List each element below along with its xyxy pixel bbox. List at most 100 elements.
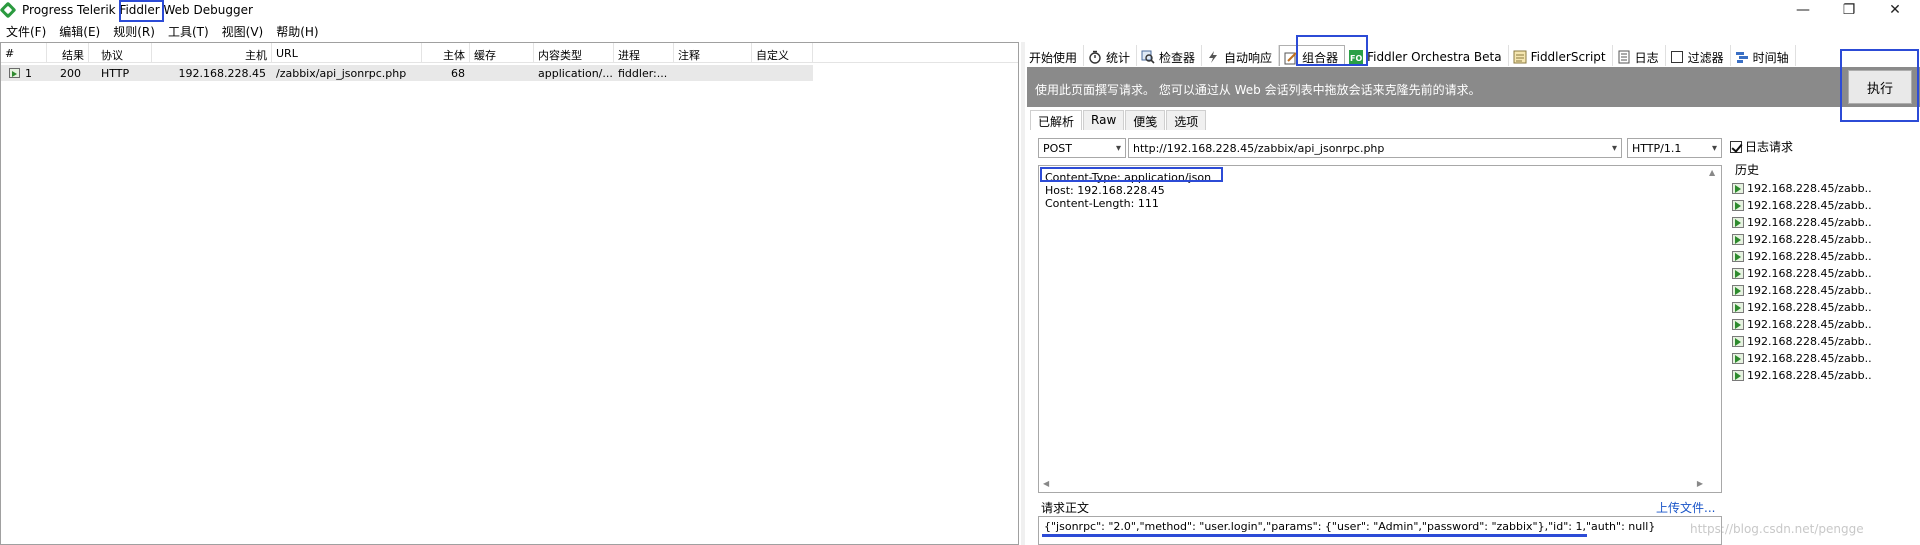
subtab-raw[interactable]: Raw: [1083, 110, 1125, 130]
column-header-process[interactable]: 进程: [614, 43, 674, 63]
request-arrow-icon: [1732, 234, 1744, 245]
headers-horizontal-scrollbar[interactable]: ◀ ▶: [1041, 478, 1705, 490]
scroll-right-icon[interactable]: ▶: [1697, 479, 1703, 488]
column-header-number[interactable]: #: [1, 43, 47, 63]
header-line: Host: 192.168.228.45: [1045, 184, 1165, 197]
history-label: 历史: [1735, 163, 1760, 177]
execute-highlight-box: [1840, 49, 1919, 122]
tab-autoresponder[interactable]: 自动响应: [1202, 45, 1280, 66]
subtab-options[interactable]: 选项: [1166, 110, 1207, 130]
menu-file[interactable]: 文件(F): [0, 21, 53, 39]
history-item-label: 192.168.228.45/zabb...: [1747, 250, 1872, 263]
history-item[interactable]: 192.168.228.45/zabb...: [1732, 248, 1872, 265]
history-item[interactable]: 192.168.228.45/zabb...: [1732, 282, 1872, 299]
panel-splitter[interactable]: [1021, 42, 1025, 545]
menu-help[interactable]: 帮助(H): [270, 21, 325, 39]
tab-orchestra[interactable]: FO Fiddler Orchestra Beta: [1345, 45, 1509, 66]
tab-statistics-label: 统计: [1106, 50, 1131, 65]
history-item[interactable]: 192.168.228.45/zabb...: [1732, 367, 1872, 384]
request-arrow-icon: [1732, 370, 1744, 381]
history-item[interactable]: 192.168.228.45/zabb...: [1732, 350, 1872, 367]
history-item[interactable]: 192.168.228.45/zabb...: [1732, 214, 1872, 231]
menu-tools[interactable]: 工具(T): [162, 21, 216, 39]
menu-edit[interactable]: 编辑(E): [53, 21, 107, 39]
tab-get-started-label: 开始使用: [1029, 50, 1078, 65]
url-value: http://192.168.228.45/zabbix/api_jsonrpc…: [1133, 142, 1385, 155]
restore-button[interactable]: ❐: [1826, 0, 1872, 20]
tab-fiddlerscript[interactable]: FiddlerScript: [1509, 45, 1613, 66]
tab-log-label: 日志: [1634, 50, 1659, 65]
subtab-parsed[interactable]: 已解析: [1030, 110, 1083, 130]
column-header-body[interactable]: 主体: [422, 43, 470, 63]
request-body-text: {"jsonrpc": "2.0","method": "user.login"…: [1044, 520, 1656, 533]
minimize-button[interactable]: —: [1780, 0, 1826, 20]
history-item[interactable]: 192.168.228.45/zabb...: [1732, 316, 1872, 333]
tab-get-started[interactable]: 开始使用: [1025, 45, 1085, 66]
method-value: POST: [1043, 142, 1072, 155]
column-header-content-type[interactable]: 内容类型: [534, 43, 614, 63]
column-header-host[interactable]: 主机: [152, 43, 272, 63]
chevron-down-icon: ▾: [1711, 143, 1717, 154]
tab-filters[interactable]: 过滤器: [1666, 45, 1731, 66]
history-item[interactable]: 192.168.228.45/zabb...: [1732, 180, 1872, 197]
history-item[interactable]: 192.168.228.45/zabb...: [1732, 265, 1872, 282]
session-host: 192.168.228.45: [178, 67, 266, 80]
sessions-list[interactable]: # 结果 协议 主机 URL 主体 缓存 内容类型 进程 注释 自定义 1 20…: [0, 42, 1019, 545]
column-header-url[interactable]: URL: [272, 43, 422, 63]
tab-log[interactable]: 日志: [1613, 45, 1666, 66]
request-headers-editor[interactable]: Content-Type: application/json Host: 192…: [1038, 165, 1722, 493]
session-custom: [752, 65, 813, 81]
tab-timeline[interactable]: 时间轴: [1731, 45, 1796, 66]
sessions-header: # 结果 协议 主机 URL 主体 缓存 内容类型 进程 注释 自定义: [1, 43, 1018, 63]
url-input[interactable]: http://192.168.228.45/zabbix/api_jsonrpc…: [1128, 138, 1622, 158]
session-id: 1: [25, 67, 32, 80]
scroll-left-icon[interactable]: ◀: [1043, 479, 1049, 488]
history-item-label: 192.168.228.45/zabb...: [1747, 199, 1872, 212]
history-item-label: 192.168.228.45/zabb...: [1747, 352, 1872, 365]
subtab-scratchpad[interactable]: 便笺: [1125, 110, 1166, 130]
column-header-comments[interactable]: 注释: [674, 43, 752, 63]
http-version-value: HTTP/1.1: [1632, 142, 1682, 155]
timeline-icon: [1735, 52, 1748, 63]
history-item[interactable]: 192.168.228.45/zabb...: [1732, 299, 1872, 316]
history-item-label: 192.168.228.45/zabb...: [1747, 318, 1872, 331]
filter-icon: [1670, 51, 1683, 63]
inspect-icon: [1141, 50, 1155, 64]
inspector-tabs: 开始使用 统计 检查器 自动响应 组合器 FO Fiddler Orchestr…: [1025, 43, 1920, 66]
menu-rules[interactable]: 规则(R): [107, 21, 162, 39]
tab-statistics[interactable]: 统计: [1084, 45, 1138, 66]
history-item[interactable]: 192.168.228.45/zabb...: [1732, 231, 1872, 248]
column-header-custom[interactable]: 自定义: [752, 43, 813, 63]
headers-vertical-scrollbar[interactable]: ▲: [1707, 168, 1719, 490]
fiddler-logo-icon: [0, 1, 17, 19]
history-item-label: 192.168.228.45/zabb...: [1747, 233, 1872, 246]
chevron-down-icon: ▾: [1611, 143, 1617, 154]
history-item[interactable]: 192.168.228.45/zabb...: [1732, 197, 1872, 214]
session-body-size: 68: [451, 67, 465, 80]
column-header-result[interactable]: 结果: [47, 43, 89, 63]
history-item-label: 192.168.228.45/zabb...: [1747, 335, 1872, 348]
request-body-editor[interactable]: {"jsonrpc": "2.0","method": "user.login"…: [1038, 516, 1722, 545]
session-url: /zabbix/api_jsonrpc.php: [276, 67, 407, 80]
menu-view[interactable]: 视图(V): [216, 21, 271, 39]
session-row[interactable]: 1 200 HTTP 192.168.228.45 /zabbix/api_js…: [1, 65, 813, 81]
history-item[interactable]: 192.168.228.45/zabb...: [1732, 333, 1872, 350]
column-header-protocol[interactable]: 协议: [97, 43, 152, 63]
history-list: 192.168.228.45/zabb... 192.168.228.45/za…: [1732, 180, 1872, 384]
method-select[interactable]: POST ▾: [1038, 138, 1126, 158]
log-requests-checkbox[interactable]: 日志请求: [1730, 138, 1793, 155]
scroll-up-icon[interactable]: ▲: [1709, 168, 1715, 177]
composer-highlight-box: [1296, 35, 1368, 66]
column-header-caching[interactable]: 缓存: [470, 43, 534, 63]
tab-inspectors[interactable]: 检查器: [1137, 45, 1203, 66]
request-arrow-icon: [1732, 217, 1744, 228]
http-version-select[interactable]: HTTP/1.1 ▾: [1627, 138, 1722, 158]
upload-file-link[interactable]: 上传文件...: [1656, 499, 1715, 516]
history-item-label: 192.168.228.45/zabb...: [1747, 216, 1872, 229]
tab-autoresponder-label: 自动响应: [1224, 50, 1273, 65]
close-button[interactable]: ✕: [1872, 0, 1918, 20]
session-result: 200: [60, 67, 81, 80]
request-arrow-icon: [1732, 285, 1744, 296]
request-arrow-icon: [1732, 251, 1744, 262]
log-requests-label: 日志请求: [1745, 140, 1794, 154]
